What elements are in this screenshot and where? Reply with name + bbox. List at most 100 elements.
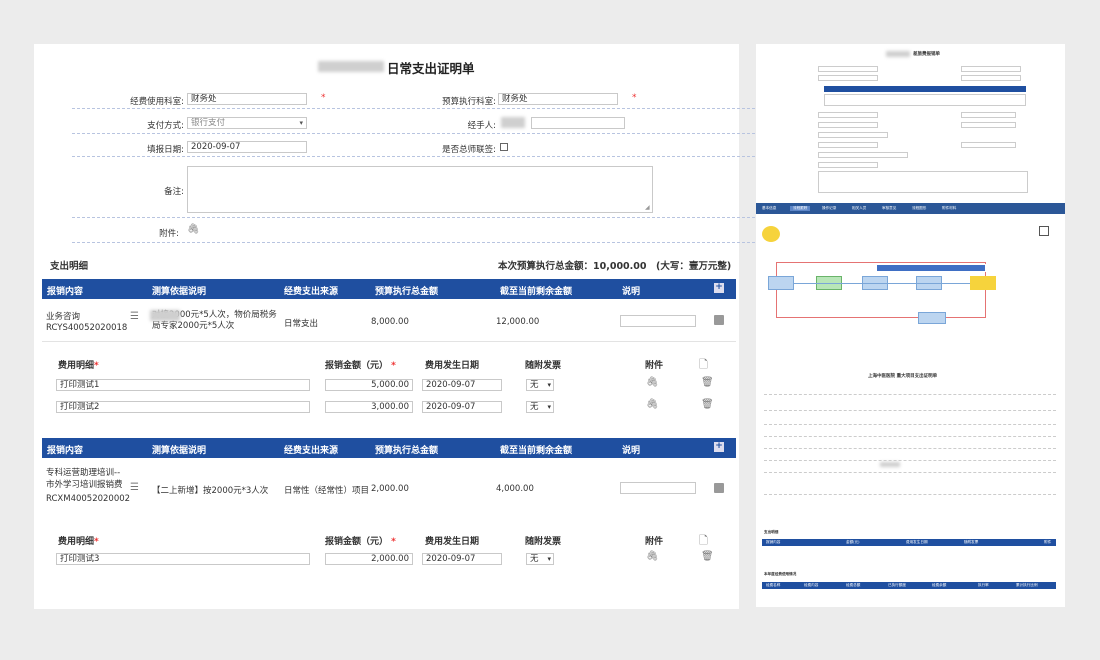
side-table1-header: 报销内容 金额(元) 费用发生日期 随附发票 附件 xyxy=(762,539,1056,546)
item-name-field[interactable]: 打印测试3 xyxy=(56,553,310,565)
invoice-select[interactable]: 无 ▾ xyxy=(526,401,554,413)
side-panel: 差旅费报销单 基本信息 流程跟踪 操作记录 相关人员 审核意见 流程图形 附件材… xyxy=(756,44,1065,607)
list-icon[interactable]: ☰ xyxy=(130,482,139,493)
plus-box-icon[interactable]: + xyxy=(714,283,724,293)
side-top-title: 差旅费报销单 xyxy=(913,52,940,57)
paperclip-icon[interactable]: 🖇 xyxy=(187,224,200,235)
group-code: RCXM40052020002 xyxy=(46,494,131,504)
side-field[interactable] xyxy=(961,66,1021,72)
side-doc-rows xyxy=(764,384,1056,504)
flow-line xyxy=(794,283,970,284)
flow-node xyxy=(768,276,794,290)
col-header: 说明 xyxy=(622,287,641,297)
item-date-field[interactable]: 2020-09-07 xyxy=(422,379,502,391)
handler-label: 经手人: xyxy=(467,121,496,131)
table-header: 报销内容 测算依据说明 经费支出来源 预算执行总金额 截至当前剩余金额 说明 + xyxy=(42,279,736,299)
col-header: 说明 xyxy=(622,446,641,456)
side-row-line xyxy=(764,410,1056,411)
side-field[interactable] xyxy=(961,75,1021,81)
side-field[interactable] xyxy=(961,112,1016,118)
group-total: 2,000.00 xyxy=(371,484,409,494)
paperclip-icon[interactable]: 🖇 xyxy=(646,551,659,562)
invoice-select[interactable]: 无 ▾ xyxy=(526,379,554,391)
side-tab[interactable]: 基本信息 xyxy=(762,206,776,211)
side-row-line xyxy=(764,394,1056,395)
item-date-field[interactable]: 2020-09-07 xyxy=(422,401,502,413)
date-label: 填报日期: xyxy=(147,145,184,155)
flowchart xyxy=(756,214,1065,364)
side-field[interactable] xyxy=(818,132,888,138)
side-tab[interactable]: 流程图形 xyxy=(912,206,926,211)
group-remaining: 4,000.00 xyxy=(496,484,534,494)
collapse-icon[interactable] xyxy=(714,483,724,493)
flow-tooltip xyxy=(876,264,986,272)
side-field[interactable] xyxy=(818,66,878,72)
side-field[interactable] xyxy=(818,112,878,118)
side-field[interactable] xyxy=(824,94,1026,106)
plus-box-icon[interactable]: + xyxy=(714,442,724,452)
col-header: 经费支出来源 xyxy=(284,287,339,297)
divider xyxy=(72,217,770,218)
item-name-field[interactable]: 打印测试1 xyxy=(56,379,310,391)
sub-header: 随附发票 xyxy=(525,537,562,547)
add-file-icon[interactable]: 🗋 xyxy=(699,532,708,551)
divider xyxy=(72,133,770,134)
group-note-field[interactable] xyxy=(620,315,696,327)
add-file-icon[interactable]: 🗋 xyxy=(699,356,708,375)
sub-header: 附件 xyxy=(645,361,664,371)
side-field[interactable] xyxy=(818,75,878,81)
paperclip-icon[interactable]: 🖇 xyxy=(646,399,659,410)
invoice-select[interactable]: 无 ▾ xyxy=(526,553,554,565)
date-field[interactable]: 2020-09-07 xyxy=(187,141,307,153)
divider xyxy=(42,341,736,342)
side-field[interactable] xyxy=(818,142,878,148)
side-row-line xyxy=(764,436,1056,437)
side-field[interactable] xyxy=(818,122,878,128)
col-header: 截至当前剩余金额 xyxy=(500,287,573,297)
divider xyxy=(72,242,770,243)
group-source: 日常支出 xyxy=(284,319,319,329)
list-icon[interactable]: ☰ xyxy=(130,311,139,322)
side-tab[interactable]: 附件材料 xyxy=(942,206,956,211)
blurred-org-name xyxy=(886,51,910,57)
trash-icon[interactable]: 🗑 xyxy=(701,377,714,388)
item-name-field[interactable]: 打印测试2 xyxy=(56,401,310,413)
remark-textarea[interactable] xyxy=(187,166,653,213)
side-field[interactable] xyxy=(818,152,908,158)
side-field[interactable] xyxy=(818,171,1028,193)
item-amount-field[interactable]: 5,000.00 xyxy=(325,379,413,391)
item-amount-field[interactable]: 3,000.00 xyxy=(325,401,413,413)
sub-header: 费用明细* xyxy=(58,361,99,371)
col-header: 截至当前剩余金额 xyxy=(500,446,573,456)
trash-icon[interactable]: 🗑 xyxy=(701,551,714,562)
group-basis: 【二上新增】按2000元*3人次 xyxy=(152,486,269,496)
group-remaining: 12,000.00 xyxy=(496,317,540,327)
sign-checkbox[interactable] xyxy=(500,143,508,151)
item-date-field[interactable]: 2020-09-07 xyxy=(422,553,502,565)
item-amount-field[interactable]: 2,000.00 xyxy=(325,553,413,565)
handler-field[interactable] xyxy=(531,117,625,129)
side-field[interactable] xyxy=(961,142,1016,148)
dept-field[interactable]: 财务处 xyxy=(187,93,307,105)
side-tab-active[interactable]: 流程跟踪 xyxy=(790,206,811,211)
group-content: 专科运营助理培训--市外学习培训报销费 xyxy=(46,468,123,490)
trash-icon[interactable]: 🗑 xyxy=(701,399,714,410)
side-field[interactable] xyxy=(818,162,878,168)
resize-handle-icon[interactable]: ◢ xyxy=(645,204,650,211)
side-tab[interactable]: 操作记录 xyxy=(822,206,836,211)
group-note-field[interactable] xyxy=(620,482,696,494)
sub-header: 费用发生日期 xyxy=(425,537,480,547)
side-section2-title: 本年度经费使用情况 xyxy=(764,572,797,576)
col-header: 报销内容 xyxy=(47,446,84,456)
paperclip-icon[interactable]: 🖇 xyxy=(646,377,659,388)
divider xyxy=(72,156,770,157)
side-tab[interactable]: 相关人员 xyxy=(852,206,866,211)
collapse-icon[interactable] xyxy=(714,315,724,325)
side-row-line xyxy=(764,472,1056,473)
side-tab[interactable]: 审核意见 xyxy=(882,206,896,211)
col-header: 预算执行总金额 xyxy=(375,446,439,456)
side-field[interactable] xyxy=(961,122,1016,128)
budget-dept-field[interactable]: 财务处 xyxy=(498,93,618,105)
sub-header: 报销金额（元） * xyxy=(325,537,396,547)
pay-method-select[interactable]: 银行支付 ▾ xyxy=(187,117,307,129)
